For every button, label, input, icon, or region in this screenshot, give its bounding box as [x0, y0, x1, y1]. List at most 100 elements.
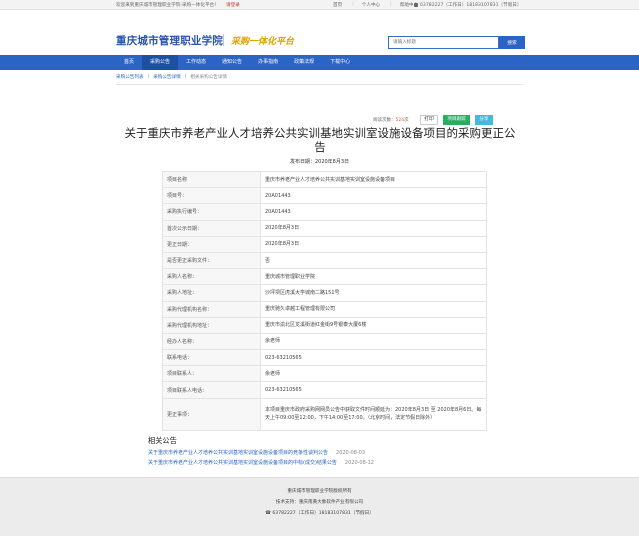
row-value: 重庆市养老产业人才培养公共实训基地实训室设施设备项目	[260, 170, 487, 189]
row-value: 20A01443	[260, 187, 487, 205]
phone-icon	[414, 3, 418, 7]
top-link-profile[interactable]: 个人中心	[362, 2, 380, 8]
row-value: 023-63210565	[260, 349, 487, 367]
related-notice-date: 2020-08-12	[344, 459, 374, 466]
hotline: 63782227（工作日）18183107831（节假日）	[414, 2, 521, 8]
breadcrumb-separator: |	[147, 74, 150, 79]
breadcrumb-item[interactable]: 采购公告详情	[153, 74, 181, 80]
table-row: 联系电话： 023-63210565	[162, 349, 487, 367]
row-key: 项目号：	[162, 187, 261, 205]
table-row: 首次公示日期： 2020年8月3日	[162, 219, 487, 237]
site-header: 重庆城市管理职业学院 采购一体化平台 搜索	[0, 10, 639, 54]
top-bar: 欢迎来到重庆城市管理职业学院-采购一体化平台！ 请登录 首页 | 个人中心 | …	[0, 0, 639, 10]
table-row: 是否更正采购文件：否	[162, 251, 487, 270]
main-nav: 首页 采购公告 工作动态 通知公告 办事指南 政策法规 下载中心	[0, 55, 639, 70]
school-logo-text[interactable]: 重庆城市管理职业学院	[116, 33, 223, 48]
view-count-label: 阅读次数：	[373, 118, 396, 123]
row-key: 经办人名称：	[162, 332, 261, 351]
row-value: 余老师	[260, 365, 487, 383]
breadcrumb-separator: |	[184, 74, 187, 79]
list-item: 关于重庆市养老产业人才培养公共实训基地实训室设施设备项目的竞争性谈判公告 202…	[148, 449, 374, 459]
row-key: 项目联系人：	[162, 365, 261, 383]
table-row: 更正事项： 本项目重庆市政府采购网网员公告中获取文件时间顺延为：2020年8月3日…	[162, 397, 487, 431]
row-value: 20A01443	[260, 203, 487, 221]
nav-home[interactable]: 首页	[116, 55, 142, 70]
divider	[116, 84, 523, 85]
row-value: 重庆城市管理职业学院	[260, 268, 487, 286]
footer-tech-support: 技术支持：重庆南黄大象软件产业有限公司	[275, 500, 364, 505]
row-key: 是否更正采购文件：	[162, 251, 261, 270]
welcome-text: 欢迎来到重庆城市管理职业学院-采购一体化平台！	[116, 3, 219, 8]
table-row: 项目联系人： 余老师	[162, 365, 487, 383]
search-button[interactable]: 搜索	[499, 36, 525, 49]
site-footer: 重庆城市管理职业学院版权所有 技术支持：重庆南黄大象软件产业有限公司 ☎ 637…	[0, 477, 639, 536]
row-value: 沙坪坝区虎溪大学城南二路151号	[260, 284, 487, 302]
footer-copyright: 重庆城市管理职业学院版权所有	[287, 489, 352, 494]
print-button[interactable]: 打印	[420, 115, 438, 125]
table-row: 采购人地址： 沙坪坝区虎溪大学城南二路151号	[162, 284, 487, 302]
row-key: 采购执行编号：	[162, 203, 261, 221]
hotline-text: 63782227（工作日）18183107831（节假日）	[420, 3, 522, 8]
footer-phones: ☎ 63782227（工作日）18183107831（节假日）	[0, 510, 639, 516]
notice-info-table: 项目名称 重庆市养老产业人才培养公共实训基地实训室设施设备项目 项目号： 20A01…	[162, 170, 487, 431]
platform-name: 采购一体化平台	[231, 37, 295, 47]
breadcrumb-current: 相关采购公告详情	[190, 75, 228, 80]
row-value: 2020年8月3日	[260, 235, 487, 253]
search-input[interactable]	[388, 36, 499, 49]
table-row: 项目号： 20A01443	[162, 187, 487, 205]
top-link-home[interactable]: 首页	[333, 2, 342, 8]
table-row: 经办人名称： 余老师	[162, 332, 487, 351]
breadcrumb: 采购公告列表 | 采购公告详情 | 相关采购公告详情	[116, 74, 231, 80]
project-tracking-button[interactable]: 项目跟踪	[443, 115, 470, 125]
breadcrumb-item[interactable]: 采购公告列表	[116, 74, 144, 80]
row-value: 否	[260, 251, 487, 270]
table-row: 更正日期： 2020年8月3日	[162, 235, 487, 253]
share-button[interactable]: 分享	[475, 115, 493, 125]
table-row: 项目名称 重庆市养老产业人才培养公共实训基地实训室设施设备项目	[162, 170, 487, 189]
row-value: 重庆驰久卓越工程管理有限公司	[260, 300, 487, 318]
row-key: 首次公示日期：	[162, 219, 261, 237]
footer-phone-text: 63782227（工作日）18183107831（节假日）	[272, 511, 374, 516]
list-item: 关于重庆市养老产业人才培养公共实训基地实训室设施设备项目的中标(成交)结果公告 …	[148, 459, 374, 469]
related-notice-date: 2020-08-03	[336, 450, 366, 456]
logo-divider	[223, 34, 224, 46]
publish-date: 发布日期：2020年8月3日	[289, 159, 350, 165]
row-key: 采购代理机构地址：	[162, 316, 261, 334]
row-key: 联系电话：	[162, 349, 261, 367]
row-key: 项目名称	[162, 170, 261, 189]
table-row: 采购代理机构名称： 重庆驰久卓越工程管理有限公司	[162, 300, 487, 318]
separator: |	[352, 2, 354, 7]
nav-downloads[interactable]: 下载中心	[322, 55, 358, 70]
row-value: 本项目重庆市政府采购网网员公告中获取文件时间顺延为：2020年8月3日 至 20…	[260, 397, 487, 431]
nav-procurement-notice[interactable]: 采购公告	[142, 55, 179, 70]
nav-policies[interactable]: 政策法规	[286, 55, 322, 70]
nav-announcements[interactable]: 通知公告	[214, 55, 250, 70]
row-key: 采购人地址：	[162, 284, 261, 302]
row-key: 项目联系人电话：	[162, 381, 261, 399]
related-notices-list: 关于重庆市养老产业人才培养公共实训基地实训室设施设备项目的竞争性谈判公告 202…	[148, 449, 374, 468]
view-count-unit: 次	[404, 118, 409, 123]
row-value: 重庆市渝北区龙溪街道红金街9号银泰大厦6楼	[260, 316, 487, 334]
nav-work-news[interactable]: 工作动态	[178, 55, 214, 70]
related-notice-link[interactable]: 关于重庆市养老产业人才培养公共实训基地实训室设施设备项目的竞争性谈判公告	[148, 449, 328, 459]
row-key: 采购代理机构名称：	[162, 300, 261, 318]
table-row: 采购人名称： 重庆城市管理职业学院	[162, 268, 487, 286]
nav-guide[interactable]: 办事指南	[250, 55, 286, 70]
related-notice-link[interactable]: 关于重庆市养老产业人才培养公共实训基地实训室设施设备项目的中标(成交)结果公告	[148, 459, 337, 469]
row-key: 采购人名称：	[162, 268, 261, 286]
row-value: 2020年8月3日	[260, 219, 487, 237]
row-value: 余老师	[260, 332, 487, 351]
row-key: 更正日期：	[162, 235, 261, 253]
table-row: 项目联系人电话： 023-63210565	[162, 381, 487, 399]
view-count-number: 524	[395, 118, 405, 123]
notice-title: 关于重庆市养老产业人才培养公共实训基地实训室设施设备项目的采购更正公告	[124, 126, 516, 154]
view-count: 阅读次数：524次	[373, 117, 409, 123]
search-bar: 搜索	[388, 36, 525, 49]
table-row: 采购执行编号： 20A01443	[162, 203, 487, 221]
related-notices-heading: 相关公告	[148, 436, 177, 445]
login-link[interactable]: 请登录	[226, 2, 240, 8]
separator: |	[390, 2, 392, 7]
row-value: 023-63210565	[260, 381, 487, 399]
table-row: 采购代理机构地址： 重庆市渝北区龙溪街道红金街9号银泰大厦6楼	[162, 316, 487, 334]
row-key: 更正事项：	[162, 397, 261, 431]
